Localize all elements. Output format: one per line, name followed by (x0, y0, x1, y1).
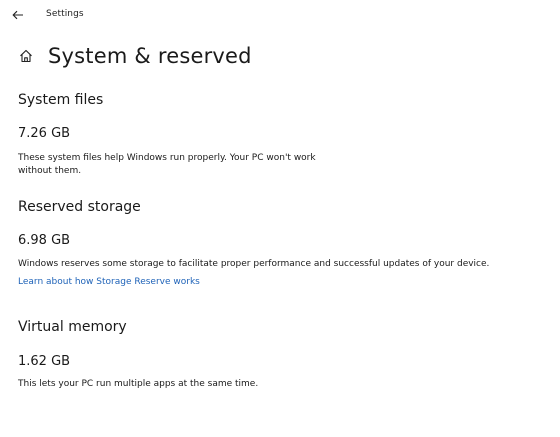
page-header: System & reserved (18, 41, 252, 71)
virtual-memory-heading: Virtual memory (18, 319, 127, 335)
reserved-storage-size: 6.98 GB (18, 233, 71, 248)
reserved-storage-heading: Reserved storage (18, 199, 141, 215)
back-button[interactable] (8, 5, 28, 25)
page-title: System & reserved (48, 44, 252, 68)
window-title: Settings (46, 9, 84, 19)
storage-reserve-learn-more-link[interactable]: Learn about how Storage Reserve works (18, 277, 200, 287)
system-files-description-line2: without them. (18, 166, 82, 176)
reserved-storage-description: Windows reserves some storage to facilit… (18, 259, 490, 269)
system-files-heading: System files (18, 92, 104, 108)
system-files-size: 7.26 GB (18, 126, 71, 141)
back-arrow-icon (12, 10, 23, 20)
title-bar: Settings (0, 0, 560, 30)
system-files-description-line1: These system files help Windows run prop… (18, 153, 316, 163)
home-icon (20, 49, 32, 63)
virtual-memory-description: This lets your PC run multiple apps at t… (18, 379, 259, 389)
virtual-memory-size: 1.62 GB (18, 354, 71, 369)
